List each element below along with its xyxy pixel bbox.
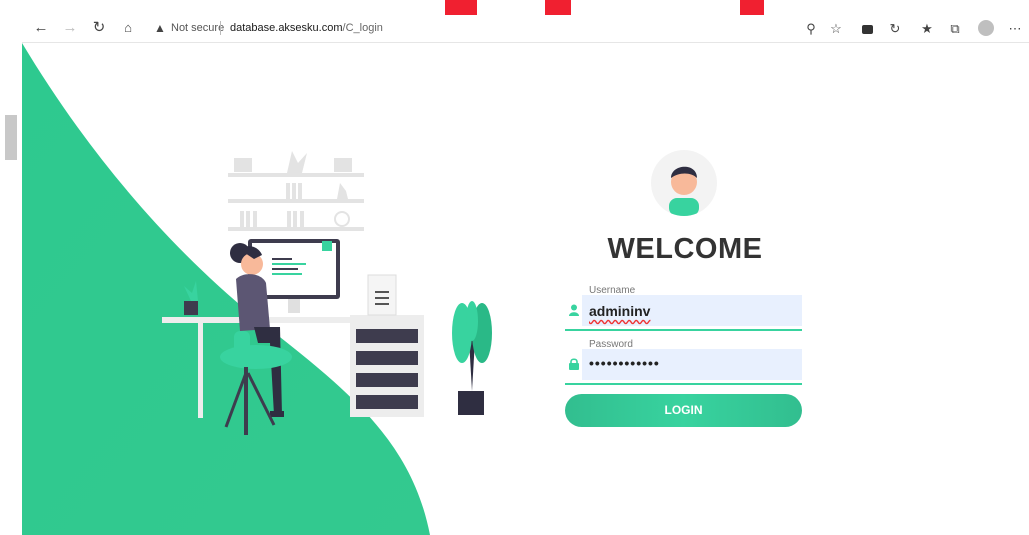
username-label: Username [589,285,636,296]
forward-button[interactable]: → [61,19,79,37]
background-decoration [5,115,17,160]
workspace-illustration [162,151,492,435]
background-decoration [740,0,764,15]
lock-icon [569,358,579,370]
more-icon[interactable]: ⋯ [1006,20,1024,38]
home-button[interactable]: ⌂ [119,19,137,37]
browser-toolbar: ← → ↻ ⌂ ▲ Not secure database.aksesku.co… [22,15,1029,43]
favorite-add-icon[interactable]: ☆ [827,20,845,38]
password-label: Password [589,339,633,350]
profile-icon[interactable] [978,20,994,36]
login-button[interactable]: LOGIN [565,394,802,427]
user-icon [569,304,579,316]
url-path: /C_login [342,22,383,34]
key-icon[interactable]: ⚲ [802,20,820,38]
favorites-icon[interactable]: ★ [918,20,936,38]
login-page: WELCOME Username admininv Password •••••… [22,43,1029,535]
avatar [651,150,717,216]
extension-icon[interactable] [858,20,876,38]
address-bar[interactable]: ▲ Not secure database.aksesku.com/C_logi… [146,18,848,39]
url-domain: database.aksesku.com [230,22,343,34]
username-value: admininv [589,303,651,319]
collections-icon[interactable]: ⧉ [946,20,964,38]
username-field: Username admininv [565,285,802,331]
password-value: •••••••••••• [589,355,660,371]
page-title: WELCOME [607,233,763,265]
url-text[interactable]: database.aksesku.com/C_login [230,22,383,34]
refresh-button[interactable]: ↻ [90,19,108,37]
back-button[interactable]: ← [32,19,50,37]
user-avatar-icon [669,166,699,216]
password-field: Password •••••••••••• [565,339,802,385]
warning-icon: ▲ [154,21,166,35]
security-status[interactable]: Not secure [171,22,224,34]
background-decoration [545,0,571,15]
address-divider [220,21,221,35]
background-decoration [445,0,477,15]
sync-icon[interactable]: ↻ [886,20,904,38]
